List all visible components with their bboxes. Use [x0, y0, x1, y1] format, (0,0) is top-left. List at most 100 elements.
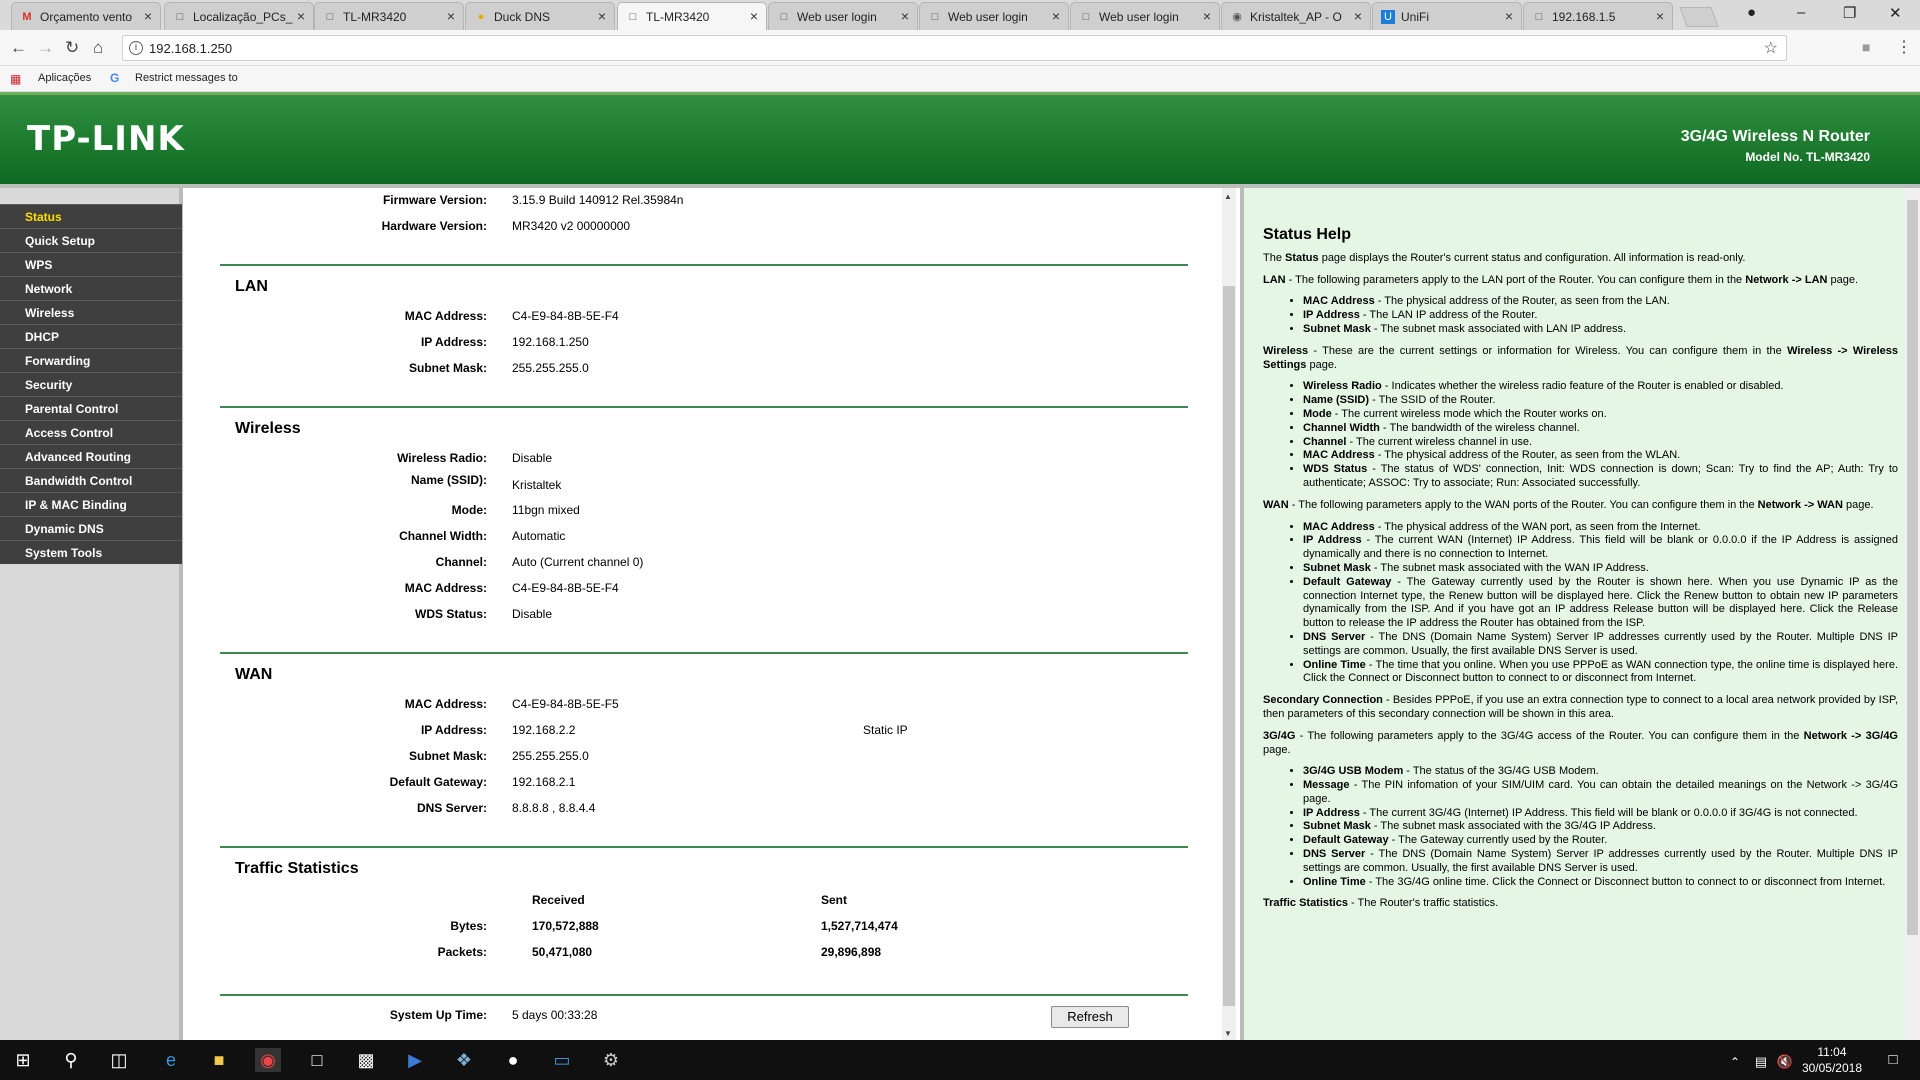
- bookmark-apps[interactable]: Aplicações: [38, 72, 91, 84]
- forward-icon[interactable]: →: [37, 38, 54, 58]
- router-header: TP-LINK 3G/4G Wireless N Router Model No…: [0, 92, 1920, 184]
- reload-icon[interactable]: ↻: [65, 38, 79, 58]
- sidebar-item-security[interactable]: Security: [0, 372, 182, 396]
- new-tab-button[interactable]: [1679, 7, 1719, 27]
- help-description: - The Gateway currently used by the Rout…: [1303, 575, 1898, 630]
- help-scrollbar-thumb[interactable]: [1907, 200, 1918, 935]
- help-list-item: MAC Address - The physical address of th…: [1303, 521, 1898, 535]
- bytes-label: Bytes:: [450, 919, 487, 933]
- browser-tab[interactable]: ◉ Kristaltek_AP - O ×: [1221, 2, 1371, 30]
- scrollbar-thumb[interactable]: [1223, 286, 1235, 1006]
- sidebar-item-dhcp[interactable]: DHCP: [0, 324, 182, 348]
- browser-tab[interactable]: □ Web user login ×: [768, 2, 918, 30]
- tab-close-icon[interactable]: ×: [297, 8, 305, 24]
- help-term: 3G/4G USB Modem: [1303, 765, 1404, 778]
- help-list-item: IP Address - The LAN IP address of the R…: [1303, 309, 1898, 323]
- channel-width-row: Channel Width: Automatic: [187, 529, 1187, 545]
- url-text[interactable]: 192.168.1.250: [149, 41, 232, 56]
- file-explorer-icon[interactable]: ■: [206, 1048, 232, 1072]
- sidebar-item-access-control[interactable]: Access Control: [0, 420, 182, 444]
- settings-tool-icon[interactable]: ⚙: [598, 1048, 624, 1072]
- sidebar-item-network[interactable]: Network: [0, 276, 182, 300]
- menu-dots-icon[interactable]: ⋮: [1896, 37, 1912, 57]
- browser-tab[interactable]: □ Web user login ×: [1070, 2, 1220, 30]
- page-icon: □: [326, 11, 334, 23]
- windows-start-icon[interactable]: ⊞: [10, 1048, 36, 1072]
- sidebar-item-ip-mac-binding[interactable]: IP & MAC Binding: [0, 492, 182, 516]
- network-tool-icon[interactable]: ❖: [451, 1048, 477, 1072]
- tab-close-icon[interactable]: ×: [901, 8, 909, 24]
- info-icon[interactable]: i: [129, 41, 143, 55]
- browser-tab[interactable]: ● Duck DNS ×: [465, 2, 615, 30]
- browser-tab[interactable]: □ TL-MR3420 ×: [314, 2, 464, 30]
- tab-close-icon[interactable]: ×: [1203, 8, 1211, 24]
- sidebar-item-quick-setup[interactable]: Quick Setup: [0, 228, 182, 252]
- powershell-icon[interactable]: ▶: [402, 1048, 428, 1072]
- sidebar-item-wps[interactable]: WPS: [0, 252, 182, 276]
- lan-mac-value: C4-E9-84-8B-5E-F4: [512, 309, 619, 323]
- tab-close-icon[interactable]: ×: [1052, 8, 1060, 24]
- tab-close-icon[interactable]: ×: [1505, 8, 1513, 24]
- back-icon[interactable]: ←: [10, 38, 27, 58]
- browser-tab[interactable]: □ Localização_PCs_ ×: [164, 2, 314, 30]
- home-icon[interactable]: ⌂: [93, 38, 103, 58]
- traffic-header-row: Received Sent: [187, 893, 1187, 909]
- extension-icon[interactable]: ■: [1862, 39, 1870, 55]
- tab-close-icon[interactable]: ×: [750, 8, 758, 24]
- sidebar-item-status[interactable]: Status: [0, 204, 182, 228]
- profile-icon[interactable]: ●: [1747, 4, 1756, 21]
- bookmark-star-icon[interactable]: ☆: [1764, 38, 1778, 58]
- lan-ip-value: 192.168.1.250: [512, 335, 589, 349]
- search-icon[interactable]: ⚲: [58, 1048, 84, 1072]
- browser-tab[interactable]: □ Web user login ×: [919, 2, 1069, 30]
- terminal-icon[interactable]: ▩: [353, 1048, 379, 1072]
- sidebar-item-advanced-routing[interactable]: Advanced Routing: [0, 444, 182, 468]
- content-scrollbar[interactable]: ▲ ▼: [1222, 188, 1236, 1040]
- bookmark-restrict-messages[interactable]: Restrict messages to: [135, 72, 245, 84]
- tray-chevron-icon[interactable]: ⌃: [1722, 1050, 1748, 1074]
- scroll-up-icon[interactable]: ▲: [1224, 192, 1232, 201]
- google-icon: G: [110, 71, 120, 85]
- section-divider: [220, 652, 1188, 654]
- volume-muted-icon[interactable]: 🔇: [1772, 1050, 1798, 1074]
- browser-tab[interactable]: □ TL-MR3420 ×: [617, 2, 767, 30]
- uptime-row: System Up Time: 5 days 00:33:28: [187, 1008, 1187, 1024]
- minimize-icon[interactable]: –: [1797, 4, 1805, 21]
- browser-tab[interactable]: U UniFi ×: [1372, 2, 1522, 30]
- tab-close-icon[interactable]: ×: [144, 8, 152, 24]
- sidebar-item-dynamic-dns[interactable]: Dynamic DNS: [0, 516, 182, 540]
- help-scrollbar[interactable]: [1905, 188, 1920, 1040]
- sidebar-item-wireless[interactable]: Wireless: [0, 300, 182, 324]
- maximize-icon[interactable]: ❐: [1843, 4, 1856, 22]
- wireless-mac-value: C4-E9-84-8B-5E-F4: [512, 581, 619, 595]
- browser-tab[interactable]: □ 192.168.1.5 ×: [1523, 2, 1673, 30]
- tab-close-icon[interactable]: ×: [1656, 8, 1664, 24]
- close-window-icon[interactable]: ✕: [1889, 4, 1902, 22]
- chrome-icon[interactable]: ◉: [255, 1048, 281, 1072]
- wan-dns-row: DNS Server: 8.8.8.8 , 8.8.4.4: [187, 801, 1187, 817]
- refresh-button[interactable]: Refresh: [1051, 1006, 1129, 1028]
- sidebar-item-forwarding[interactable]: Forwarding: [0, 348, 182, 372]
- sidebar-item-system-tools[interactable]: System Tools: [0, 540, 182, 564]
- notifications-icon[interactable]: □: [1880, 1048, 1906, 1072]
- remote-desktop-icon[interactable]: ▭: [549, 1048, 575, 1072]
- scroll-down-icon[interactable]: ▼: [1224, 1029, 1232, 1038]
- wireless-mac-label: MAC Address:: [404, 581, 487, 595]
- help-term: MAC Address: [1303, 449, 1375, 462]
- url-field[interactable]: i 192.168.1.250 ☆: [122, 35, 1787, 61]
- tab-close-icon[interactable]: ×: [598, 8, 606, 24]
- browser-tab[interactable]: M Orçamento vento ×: [11, 2, 161, 30]
- app-circle-icon[interactable]: ●: [500, 1048, 526, 1072]
- edge-icon[interactable]: e: [158, 1048, 184, 1072]
- help-term: MAC Address: [1303, 520, 1375, 533]
- document-icon[interactable]: □: [304, 1048, 330, 1072]
- network-tray-icon[interactable]: ▤: [1748, 1050, 1774, 1074]
- task-view-icon[interactable]: ◫: [106, 1048, 132, 1072]
- taskbar-clock[interactable]: 11:04 30/05/2018: [1802, 1044, 1862, 1076]
- sidebar-item-bandwidth-control[interactable]: Bandwidth Control: [0, 468, 182, 492]
- tab-close-icon[interactable]: ×: [447, 8, 455, 24]
- help-description: - The bandwidth of the wireless channel.: [1379, 421, 1580, 434]
- apps-grid-icon[interactable]: ▦: [10, 72, 21, 86]
- sidebar-item-parental-control[interactable]: Parental Control: [0, 396, 182, 420]
- tab-close-icon[interactable]: ×: [1354, 8, 1362, 24]
